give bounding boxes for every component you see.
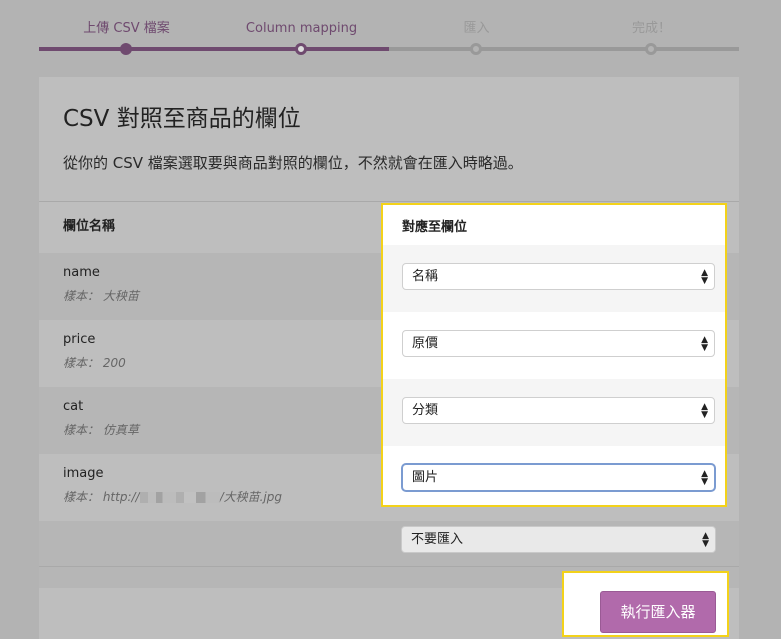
map-select-cat[interactable]: 分類 ▲ ▼ [402,397,715,424]
csv-column-name: name [63,265,100,280]
step-column-mapping: Column mapping [214,0,389,55]
step-dot [295,43,307,55]
blurred-url-segment [139,492,220,503]
map-select-name[interactable]: 名稱 ▲ ▼ [402,263,715,290]
step-label: Column mapping [245,21,358,36]
csv-sample-value: 樣本： 大秧苗 [63,289,139,303]
step-dot [470,43,482,55]
select-arrows-icon: ▲ ▼ [701,335,708,353]
csv-sample-value: 樣本： 200 [63,356,126,370]
step-done: 完成！ [564,0,739,55]
select-arrows-icon: ▲ ▼ [701,268,708,286]
column-header-field-name: 欄位名稱 [63,219,116,234]
map-select-price[interactable]: 原價 ▲ ▼ [402,330,715,357]
step-dot [120,43,132,55]
run-importer-button[interactable]: 執行匯入器 [600,591,716,633]
step-label: 上傳 CSV 檔案 [83,21,170,36]
mapping-row: 名稱 ▲ ▼ [383,245,725,312]
step-import: 匯入 [389,0,564,55]
sample-prefix: 樣本： http:// [63,490,140,504]
select-value: 圖片 [412,470,439,485]
step-dot [645,43,657,55]
select-value: 名稱 [412,269,439,284]
select-arrows-icon: ▲ ▼ [701,469,708,487]
csv-column-name: image [63,466,104,481]
step-upload: 上傳 CSV 檔案 [39,0,214,55]
map-select-unmapped[interactable]: 不要匯入 ▲ ▼ [401,526,716,553]
column-header-map-to: 對應至欄位 [402,220,468,235]
step-label: 匯入 [463,21,490,36]
select-arrows-icon: ▲ ▼ [701,402,708,420]
mapping-row: 原價 ▲ ▼ [383,312,725,379]
csv-column-name: cat [63,399,84,414]
csv-sample-value: 樣本： http:// /大秧苗.jpg [63,488,282,505]
table-footer-divider [39,566,739,567]
mapping-column-highlight: 對應至欄位 名稱 ▲ ▼ 原價 ▲ ▼ 分類 ▲ ▼ 圖片 ▲ ▼ [381,203,727,507]
page-title: CSV 對照至商品的欄位 [63,106,301,132]
csv-sample-value: 樣本： 仿真草 [63,423,139,437]
mapping-row: 分類 ▲ ▼ [383,379,725,446]
progress-steps: 上傳 CSV 檔案 Column mapping 匯入 完成！ [39,0,739,60]
map-select-image[interactable]: 圖片 ▲ ▼ [402,464,715,491]
progress-track-completed [39,47,389,51]
select-value: 分類 [412,403,439,418]
select-arrows-icon: ▲ ▼ [702,531,709,549]
step-label: 完成！ [631,21,671,36]
mapping-row: 圖片 ▲ ▼ [383,446,725,513]
select-value: 不要匯入 [411,532,464,547]
run-button-highlight: 執行匯入器 [562,571,729,637]
select-value: 原價 [412,336,439,351]
page-description: 從你的 CSV 檔案選取要與商品對照的欄位，不然就會在匯入時略過。 [63,154,523,172]
table-divider [39,201,739,202]
sample-suffix: /大秧苗.jpg [219,490,283,504]
csv-column-name: price [63,332,96,347]
